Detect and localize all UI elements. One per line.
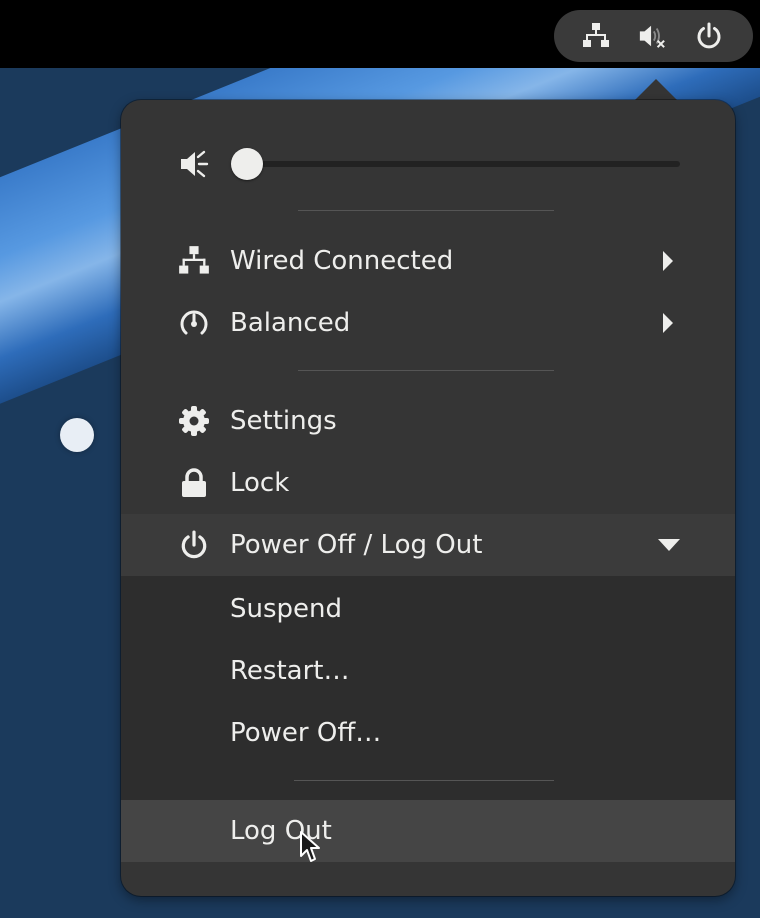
settings-label: Settings xyxy=(230,406,337,436)
network-menu-item[interactable]: Wired Connected xyxy=(121,230,735,292)
settings-menu-item[interactable]: Settings xyxy=(121,390,735,452)
audio-volume-muted-icon xyxy=(176,146,212,182)
top-bar xyxy=(0,0,760,68)
separator xyxy=(298,370,554,371)
suspend-menu-item[interactable]: Suspend xyxy=(121,578,735,640)
suspend-label: Suspend xyxy=(230,594,343,624)
power-mode-label: Balanced xyxy=(230,308,351,338)
mouse-pointer-icon xyxy=(300,831,320,862)
network-menu-label: Wired Connected xyxy=(230,246,454,276)
volume-slider-track[interactable] xyxy=(246,161,680,167)
restart-label: Restart… xyxy=(230,656,350,686)
separator xyxy=(294,780,554,781)
network-wired-icon xyxy=(176,243,212,279)
chevron-down-icon xyxy=(657,534,681,556)
lock-menu-item[interactable]: Lock xyxy=(121,452,735,514)
lock-icon xyxy=(176,465,212,501)
log-out-menu-item[interactable]: Log Out xyxy=(121,800,735,862)
system-menu: Wired Connected Balanced Settings Lock P… xyxy=(121,100,735,896)
power-mode-menu-item[interactable]: Balanced xyxy=(121,292,735,354)
submenu-arrow-icon xyxy=(661,250,675,272)
audio-volume-muted-icon xyxy=(638,22,666,50)
lock-label: Lock xyxy=(230,468,290,498)
power-icon xyxy=(176,527,212,563)
popover-arrow xyxy=(633,79,679,102)
separator xyxy=(298,210,554,211)
network-wired-icon xyxy=(582,22,610,50)
power-profile-balanced-icon xyxy=(176,305,212,341)
wallpaper-dot xyxy=(60,418,94,452)
gear-icon xyxy=(176,403,212,439)
submenu-arrow-icon xyxy=(661,312,675,334)
power-off-log-out-label: Power Off / Log Out xyxy=(230,530,483,560)
restart-menu-item[interactable]: Restart… xyxy=(121,640,735,702)
system-shutdown-icon xyxy=(695,22,723,50)
volume-slider-handle[interactable] xyxy=(231,148,263,180)
power-off-log-out-menu-item[interactable]: Power Off / Log Out xyxy=(121,514,735,576)
power-off-menu-item[interactable]: Power Off… xyxy=(121,702,735,764)
power-off-label: Power Off… xyxy=(230,718,382,748)
system-status-area[interactable] xyxy=(554,10,753,62)
